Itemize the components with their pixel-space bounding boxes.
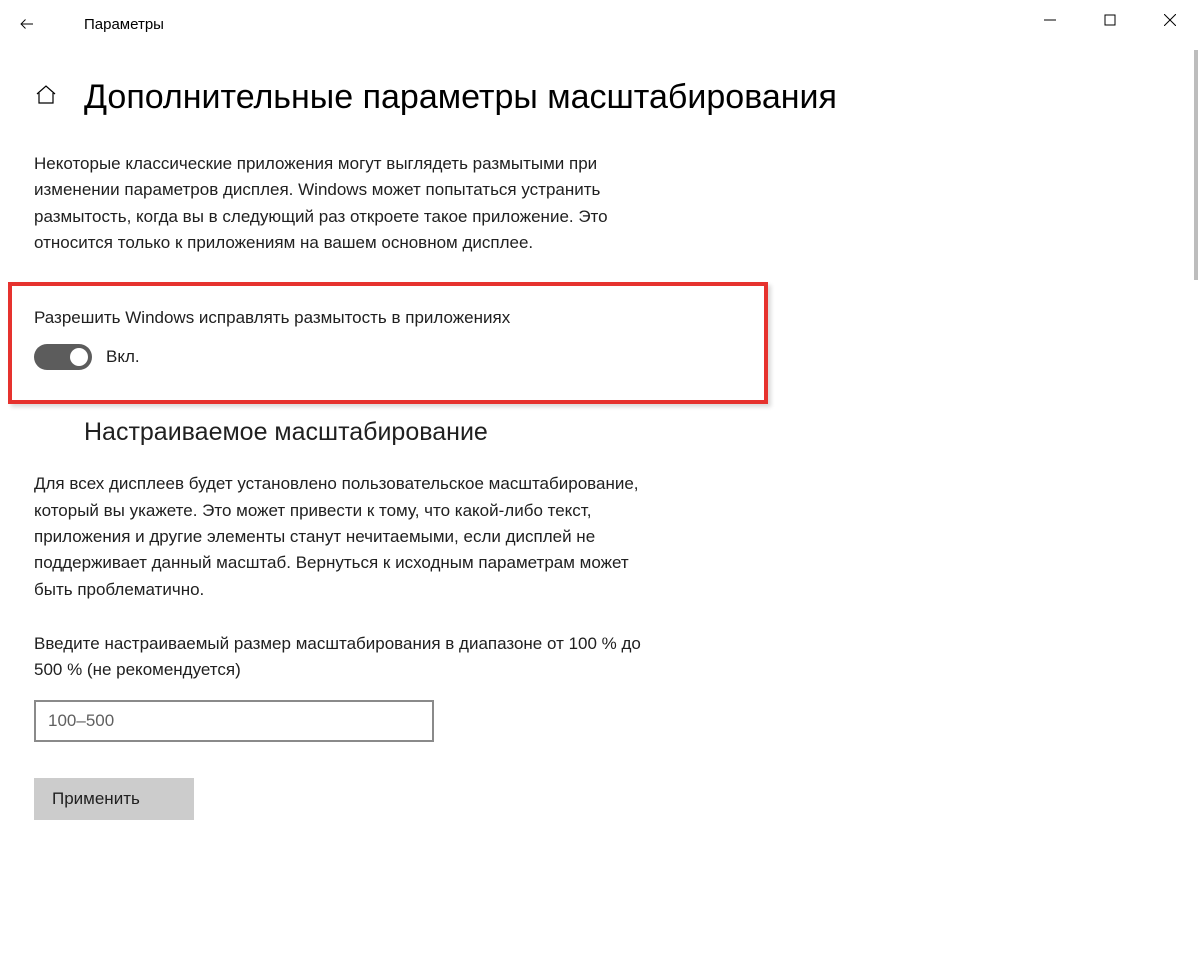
toggle-knob [70,348,88,366]
fix-blurry-toggle[interactable] [34,344,92,370]
window-title: Параметры [84,16,164,33]
custom-scaling-heading: Настраиваемое масштабирование [84,418,1166,447]
maximize-button[interactable] [1080,0,1140,40]
close-button[interactable] [1140,0,1200,40]
blurry-apps-description: Некоторые классические приложения могут … [34,151,664,256]
highlight-box: Разрешить Windows исправлять размытость … [8,282,768,404]
back-button[interactable] [18,15,66,33]
fix-blurry-toggle-label: Разрешить Windows исправлять размытость … [34,308,756,328]
toggle-state-label: Вкл. [106,347,140,367]
home-icon[interactable] [34,83,58,112]
custom-scale-input[interactable] [34,700,434,742]
minimize-button[interactable] [1020,0,1080,40]
page-title: Дополнительные параметры масштабирования [84,78,837,117]
custom-scaling-description: Для всех дисплеев будет установлено поль… [34,471,664,603]
scale-input-label: Введите настраиваемый размер масштабиров… [34,631,664,684]
apply-button[interactable]: Применить [34,778,194,820]
